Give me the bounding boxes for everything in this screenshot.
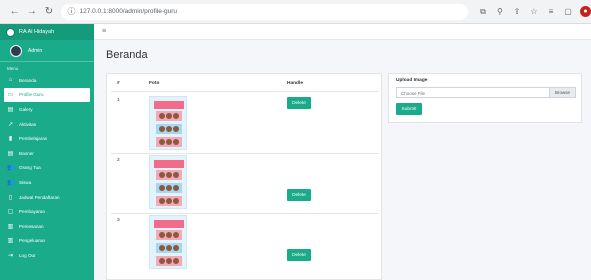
zoom-icon[interactable]: ⚲: [495, 7, 505, 16]
teacher-photo-thumbnail: [149, 155, 187, 209]
delete-button[interactable]: Delete: [287, 97, 311, 109]
sidebar-item-pengeluaran[interactable]: ▥ Pengeluaran: [0, 234, 94, 249]
profile-icon[interactable]: ●: [579, 6, 591, 17]
address-bar[interactable]: ⓘ 127.0.0.1:8000/admin/profile-guru: [61, 3, 468, 20]
column-header-foto: Foto: [149, 81, 160, 86]
site-info-icon[interactable]: ⓘ: [67, 6, 75, 17]
order-icon: ▥: [7, 223, 14, 230]
expense-icon: ▥: [7, 238, 14, 245]
delete-button[interactable]: Delete: [287, 249, 311, 261]
url-text: 127.0.0.1:8000/admin/profile-guru: [79, 8, 178, 15]
sidebar-item-label: Aktivitas: [19, 121, 37, 127]
row-number: 2: [117, 158, 120, 163]
brand-logo: [6, 27, 15, 37]
upload-label: Upload Image: [396, 78, 428, 83]
reading-list-icon[interactable]: ≡: [546, 7, 556, 16]
star-icon[interactable]: ☆: [529, 7, 539, 16]
sidebar-item-label: Galery: [19, 106, 33, 112]
brand-title: RA Al Hidayah: [19, 29, 55, 35]
teacher-photo-thumbnail: [149, 215, 187, 269]
students-icon: 👥: [7, 179, 15, 186]
share-icon[interactable]: ⇪: [512, 7, 522, 16]
hamburger-menu-icon[interactable]: ≡: [102, 28, 106, 35]
images-icon: ▤: [7, 106, 14, 113]
sidebar-item-jadwal-pendaftaran[interactable]: ▯ Jadwal Pendaftaran: [0, 190, 94, 205]
upload-card: Upload Image Choose File Browse Submit: [388, 73, 582, 123]
page-title: Beranda: [106, 49, 148, 61]
sidebar-item-log-out[interactable]: ⇥ Log Out: [0, 248, 94, 263]
home-icon: ⌂: [8, 77, 13, 84]
browser-toolbar: ← → ↻ ⓘ 127.0.0.1:8000/admin/profile-gur…: [0, 0, 591, 24]
translate-icon[interactable]: ⧉: [478, 7, 488, 17]
sidebar-item-aktivitas[interactable]: ↗ Aktivitas: [0, 117, 94, 132]
row-number: 3: [117, 218, 120, 223]
sidebar-item-label: Pembelajaran: [19, 136, 48, 142]
sidebar-item-label: Log Out: [19, 252, 36, 258]
id-card-icon: ▭: [7, 92, 14, 99]
sidebar-item-galery[interactable]: ▤ Galery: [0, 102, 94, 117]
sidebar-item-pembelajaran[interactable]: ▮ Pembelajaran: [0, 131, 94, 146]
file-placeholder: Choose File: [401, 91, 426, 96]
user-panel[interactable]: Admin: [0, 40, 94, 62]
sidebar-item-label: Pemesanan: [19, 223, 44, 229]
banner-icon: ▤: [7, 150, 14, 157]
sidebar-item-pemesanan[interactable]: ▥ Pemesanan: [0, 219, 94, 234]
users-icon: 👥: [7, 165, 15, 172]
sidebar-item-label: Orang Tua: [19, 165, 41, 171]
topbar: ≡: [94, 24, 591, 40]
column-header-number: #: [117, 81, 120, 86]
sidebar-item-orang-tua[interactable]: 👥 Orang Tua: [0, 161, 94, 176]
book-icon: ▮: [8, 136, 13, 143]
brand[interactable]: RA Al Hidayah: [0, 24, 94, 40]
sidebar-menu: ⌂ Beranda ▭ Profile Guru ▤ Galery ↗ Aktivitas ▮ P…: [0, 73, 94, 263]
reload-icon[interactable]: ↻: [42, 5, 55, 19]
window-icon[interactable]: ▢: [563, 7, 573, 16]
sidebar-item-siswa[interactable]: 👥 Siswa: [0, 175, 94, 190]
sidebar-item-banner[interactable]: ▤ Banner: [0, 146, 94, 161]
photo-table-card: # Foto Handle 1 Delete 2 Delete 3 Delete: [106, 73, 382, 280]
sidebar-item-label: Pembayaran: [19, 209, 46, 215]
sidebar-item-label: Profile Guru: [19, 92, 44, 98]
column-header-handle: Handle: [287, 81, 303, 86]
user-name: Admin: [28, 47, 43, 54]
sidebar-item-label: Siswa: [19, 179, 32, 185]
browse-button[interactable]: Browse: [549, 88, 575, 97]
calendar-icon: ▯: [8, 194, 13, 201]
sidebar-item-label: Banner: [19, 150, 34, 156]
sidebar: RA Al Hidayah Admin Menu ⌂ Beranda ▭ Profil…: [0, 24, 94, 280]
row-divider: [111, 213, 379, 214]
file-input[interactable]: Choose File Browse: [396, 87, 576, 98]
main-content: Beranda # Foto Handle 1 Delete 2 Delete …: [94, 40, 591, 280]
sidebar-item-pembayaran[interactable]: ▢ Pembayaran: [0, 204, 94, 219]
avatar: [10, 44, 22, 57]
row-divider: [111, 153, 379, 154]
sidebar-item-label: Beranda: [19, 77, 37, 83]
back-icon[interactable]: ←: [8, 5, 21, 19]
sidebar-item-beranda[interactable]: ⌂ Beranda: [0, 73, 94, 88]
sidebar-item-label: Jadwal Pendaftaran: [19, 194, 60, 200]
submit-button[interactable]: Submit: [396, 103, 422, 115]
forward-icon[interactable]: →: [25, 5, 38, 19]
header-divider: [111, 91, 379, 92]
chart-icon: ↗: [7, 121, 14, 128]
delete-button[interactable]: Delete: [287, 189, 311, 201]
sidebar-item-profile-guru[interactable]: ▭ Profile Guru: [4, 87, 90, 103]
payment-icon: ▢: [7, 209, 14, 216]
row-number: 1: [117, 98, 120, 103]
teacher-photo-thumbnail: [149, 96, 187, 150]
menu-heading: Menu: [7, 66, 19, 71]
logout-icon: ⇥: [7, 252, 14, 259]
sidebar-item-label: Pengeluaran: [19, 238, 46, 244]
